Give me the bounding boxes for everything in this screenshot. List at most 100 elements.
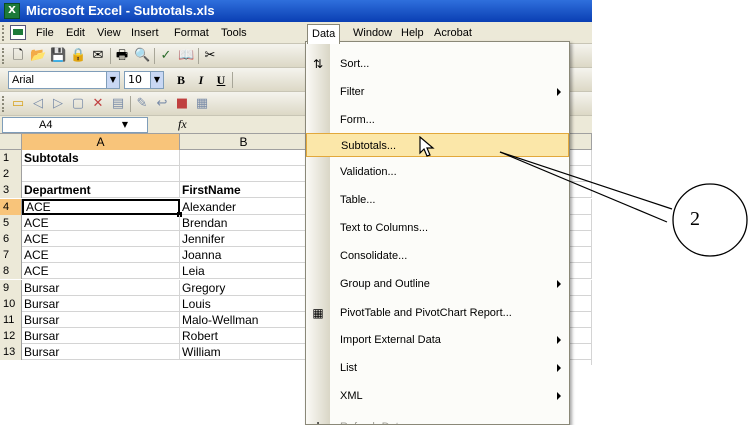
save-icon[interactable]: 💾 [50,48,66,64]
show-comment-icon[interactable]: ▢ [70,96,86,112]
menu-tools[interactable]: Tools [217,24,251,42]
cell-b[interactable]: Malo-Wellman [180,312,308,328]
permission-icon[interactable]: 🔒 [70,48,86,64]
data-menu-item-filter[interactable]: Filter [306,80,569,104]
cell-a[interactable]: ACE [22,247,180,264]
cut-icon[interactable]: ✂ [202,48,218,64]
cell-a[interactable]: Bursar [22,279,180,296]
new-icon[interactable]: 🗋 [10,48,26,64]
reply-changes-icon[interactable]: ↩ [154,96,170,112]
cell-b[interactable] [180,166,308,183]
column-header-a[interactable]: A [22,134,180,150]
row-header[interactable]: 9 [0,279,22,296]
row-header[interactable]: 6 [0,231,22,247]
cell-a[interactable] [22,166,180,183]
select-all-corner[interactable] [0,134,22,150]
menu-edit[interactable]: Edit [62,24,89,42]
menu-view[interactable]: View [93,24,125,42]
track-changes-icon[interactable]: ✎ [134,96,150,112]
data-menu-item-label: Subtotals... [341,140,397,152]
row-header[interactable]: 10 [0,295,22,312]
end-review-icon[interactable]: ■ [174,96,190,112]
show-all-comments-icon[interactable]: ▤ [110,96,126,112]
email-icon[interactable]: ✉ [90,48,106,64]
menu-help[interactable]: Help [397,24,428,42]
prev-comment-icon[interactable]: ◁ [30,96,46,112]
comment-icon[interactable]: ▭ [10,96,26,112]
cell-a[interactable]: Bursar [22,344,180,361]
cell-b[interactable]: Joanna [180,247,308,264]
data-menu-item-sort[interactable]: ⇅ Sort... [306,52,569,76]
cell-a[interactable]: Bursar [22,295,180,312]
data-menu-item-subtotals[interactable]: Subtotals... [306,133,569,157]
data-menu-item-xml[interactable]: XML [306,384,569,408]
menu-format[interactable]: Format [170,24,213,42]
cell-a[interactable]: ACE [22,198,180,215]
spelling-icon[interactable]: ✓ [158,48,174,64]
menu-insert[interactable]: Insert [127,24,163,42]
cell-a[interactable]: Bursar [22,328,180,345]
toolbar-separator [110,48,111,64]
toolbar-grip-icon[interactable] [2,48,5,64]
reviewing-pane-icon[interactable]: ▦ [194,96,210,112]
row-header[interactable]: 3 [0,182,22,199]
data-menu-item-consolidate[interactable]: Consolidate... [306,244,569,268]
data-menu-item-form[interactable]: Form... [306,108,569,132]
menu-window[interactable]: Window [349,24,396,42]
cell-b[interactable]: Jennifer [180,231,308,247]
cell-a[interactable]: Bursar [22,312,180,328]
next-comment-icon[interactable]: ▷ [50,96,66,112]
row-header[interactable]: 2 [0,166,22,183]
cell-b[interactable]: Gregory [180,279,308,296]
row-header[interactable]: 7 [0,247,22,264]
cell-a[interactable]: ACE [22,231,180,247]
cell-b[interactable]: Leia [180,263,308,280]
italic-button[interactable]: I [192,72,210,88]
cell-b[interactable]: Robert [180,328,308,345]
research-icon[interactable]: 📖 [178,48,194,64]
print-preview-icon[interactable]: 🔍 [134,48,150,64]
open-icon[interactable]: 📂 [30,48,46,64]
menu-bar-grip-icon[interactable] [2,25,5,41]
bold-button[interactable]: B [172,72,190,88]
cell-a[interactable]: ACE [22,263,180,280]
font-dropdown-arrow-icon[interactable]: ▼ [106,71,120,89]
toolbar-grip-icon[interactable] [2,96,5,112]
row-header[interactable]: 11 [0,312,22,328]
cell-a[interactable]: Department [22,182,180,199]
cell-a[interactable]: ACE [22,214,180,231]
row-header[interactable]: 8 [0,263,22,280]
cell-b[interactable]: Louis [180,295,308,312]
underline-button[interactable]: U [212,72,230,88]
data-menu-item-text-to-columns[interactable]: Text to Columns... [306,216,569,240]
row-header[interactable]: 5 [0,214,22,231]
data-menu-item-group-and-outline[interactable]: Group and Outline [306,272,569,296]
row-header[interactable]: 1 [0,150,22,166]
font-name-box[interactable]: Arial [8,71,120,89]
print-icon[interactable]: 🖶 [114,48,130,64]
column-header-b[interactable]: B [180,134,308,150]
data-menu-item-table[interactable]: Table... [306,188,569,212]
cell-a[interactable]: Subtotals [22,150,180,166]
data-menu-item-list[interactable]: List [306,356,569,380]
row-header[interactable]: 13 [0,344,22,361]
data-menu-item-import-external-data[interactable]: Import External Data [306,328,569,352]
name-box-dropdown-icon[interactable]: ▼ [118,117,132,133]
cell-b[interactable]: William [180,344,308,361]
excel-app-icon[interactable]: X [4,3,20,19]
size-dropdown-arrow-icon[interactable]: ▼ [150,71,164,89]
cell-b[interactable]: Brendan [180,214,308,231]
data-menu-item-pivottable-and-pivotchart-report[interactable]: ▦ PivotTable and PivotChart Report... [306,301,569,325]
data-menu-item-validation[interactable]: Validation... [306,160,569,184]
fx-icon[interactable]: fx [178,117,187,132]
menu-acrobat[interactable]: Acrobat [430,24,476,42]
workbook-icon[interactable] [10,25,26,40]
menu-data[interactable]: Data [307,24,341,44]
row-header[interactable]: 4 [0,198,22,215]
cell-b[interactable]: FirstName [180,182,308,199]
delete-comment-icon[interactable]: ✕ [90,96,106,112]
menu-file[interactable]: File [32,24,58,42]
cell-b[interactable]: Alexander [180,198,308,215]
cell-b[interactable] [180,150,308,166]
row-header[interactable]: 12 [0,328,22,345]
